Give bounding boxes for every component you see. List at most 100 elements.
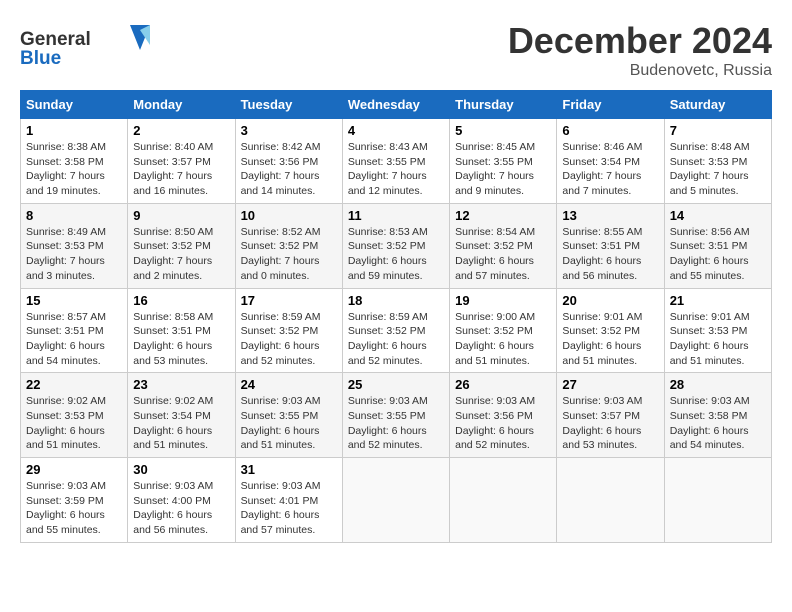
day-daylight: Daylight: 7 hours and 2 minutes. <box>133 255 212 282</box>
day-daylight: Daylight: 6 hours and 53 minutes. <box>562 425 641 452</box>
day-daylight: Daylight: 6 hours and 52 minutes. <box>241 340 320 367</box>
calendar-day-cell: 25 Sunrise: 9:03 AM Sunset: 3:55 PM Dayl… <box>342 373 449 458</box>
day-daylight: Daylight: 6 hours and 53 minutes. <box>133 340 212 367</box>
day-daylight: Daylight: 6 hours and 52 minutes. <box>348 425 427 452</box>
calendar-day-cell: 9 Sunrise: 8:50 AM Sunset: 3:52 PM Dayli… <box>128 203 235 288</box>
day-sunset: Sunset: 3:54 PM <box>562 156 640 168</box>
calendar-week-row: 29 Sunrise: 9:03 AM Sunset: 3:59 PM Dayl… <box>21 458 772 543</box>
day-number: 4 <box>348 123 444 138</box>
day-sunset: Sunset: 3:55 PM <box>348 156 426 168</box>
calendar-day-cell: 8 Sunrise: 8:49 AM Sunset: 3:53 PM Dayli… <box>21 203 128 288</box>
calendar-day-cell <box>557 458 664 543</box>
day-sunrise: Sunrise: 8:59 AM <box>348 311 428 323</box>
day-daylight: Daylight: 6 hours and 55 minutes. <box>26 509 105 536</box>
day-sunrise: Sunrise: 8:45 AM <box>455 141 535 153</box>
day-sunset: Sunset: 3:55 PM <box>455 156 533 168</box>
day-sunset: Sunset: 3:52 PM <box>241 325 319 337</box>
calendar-day-cell: 12 Sunrise: 8:54 AM Sunset: 3:52 PM Dayl… <box>450 203 557 288</box>
day-sunrise: Sunrise: 8:50 AM <box>133 226 213 238</box>
day-daylight: Daylight: 6 hours and 54 minutes. <box>26 340 105 367</box>
day-number: 30 <box>133 462 229 477</box>
day-sunrise: Sunrise: 9:03 AM <box>133 480 213 492</box>
day-daylight: Daylight: 7 hours and 3 minutes. <box>26 255 105 282</box>
calendar-day-cell: 2 Sunrise: 8:40 AM Sunset: 3:57 PM Dayli… <box>128 119 235 204</box>
calendar-day-cell: 23 Sunrise: 9:02 AM Sunset: 3:54 PM Dayl… <box>128 373 235 458</box>
day-sunrise: Sunrise: 9:01 AM <box>562 311 642 323</box>
day-number: 9 <box>133 208 229 223</box>
day-sunset: Sunset: 3:51 PM <box>562 240 640 252</box>
day-number: 28 <box>670 377 766 392</box>
day-number: 18 <box>348 293 444 308</box>
day-daylight: Daylight: 6 hours and 51 minutes. <box>562 340 641 367</box>
day-sunrise: Sunrise: 9:00 AM <box>455 311 535 323</box>
calendar-day-cell: 5 Sunrise: 8:45 AM Sunset: 3:55 PM Dayli… <box>450 119 557 204</box>
day-sunrise: Sunrise: 9:02 AM <box>26 395 106 407</box>
day-number: 6 <box>562 123 658 138</box>
logo: General Blue <box>20 20 150 75</box>
calendar-day-cell: 27 Sunrise: 9:03 AM Sunset: 3:57 PM Dayl… <box>557 373 664 458</box>
day-daylight: Daylight: 6 hours and 52 minutes. <box>348 340 427 367</box>
calendar-day-cell: 31 Sunrise: 9:03 AM Sunset: 4:01 PM Dayl… <box>235 458 342 543</box>
day-sunrise: Sunrise: 8:52 AM <box>241 226 321 238</box>
calendar-day-cell: 7 Sunrise: 8:48 AM Sunset: 3:53 PM Dayli… <box>664 119 771 204</box>
day-number: 2 <box>133 123 229 138</box>
day-sunrise: Sunrise: 8:57 AM <box>26 311 106 323</box>
day-sunset: Sunset: 4:00 PM <box>133 495 211 507</box>
day-sunrise: Sunrise: 8:55 AM <box>562 226 642 238</box>
weekday-header-cell: Saturday <box>664 91 771 119</box>
calendar-day-cell: 11 Sunrise: 8:53 AM Sunset: 3:52 PM Dayl… <box>342 203 449 288</box>
day-sunset: Sunset: 3:54 PM <box>133 410 211 422</box>
weekday-header-cell: Wednesday <box>342 91 449 119</box>
day-sunset: Sunset: 3:56 PM <box>455 410 533 422</box>
day-sunset: Sunset: 4:01 PM <box>241 495 319 507</box>
calendar-day-cell: 18 Sunrise: 8:59 AM Sunset: 3:52 PM Dayl… <box>342 288 449 373</box>
day-sunset: Sunset: 3:55 PM <box>241 410 319 422</box>
calendar-day-cell: 19 Sunrise: 9:00 AM Sunset: 3:52 PM Dayl… <box>450 288 557 373</box>
calendar-day-cell: 15 Sunrise: 8:57 AM Sunset: 3:51 PM Dayl… <box>21 288 128 373</box>
day-sunset: Sunset: 3:57 PM <box>133 156 211 168</box>
day-number: 17 <box>241 293 337 308</box>
calendar-day-cell: 1 Sunrise: 8:38 AM Sunset: 3:58 PM Dayli… <box>21 119 128 204</box>
day-sunset: Sunset: 3:53 PM <box>670 325 748 337</box>
day-sunset: Sunset: 3:57 PM <box>562 410 640 422</box>
day-sunset: Sunset: 3:52 PM <box>455 240 533 252</box>
weekday-header-cell: Tuesday <box>235 91 342 119</box>
day-number: 29 <box>26 462 122 477</box>
day-sunrise: Sunrise: 9:03 AM <box>241 480 321 492</box>
day-sunrise: Sunrise: 8:54 AM <box>455 226 535 238</box>
day-sunset: Sunset: 3:51 PM <box>670 240 748 252</box>
calendar-day-cell: 22 Sunrise: 9:02 AM Sunset: 3:53 PM Dayl… <box>21 373 128 458</box>
weekday-header-cell: Monday <box>128 91 235 119</box>
day-number: 16 <box>133 293 229 308</box>
calendar-body: 1 Sunrise: 8:38 AM Sunset: 3:58 PM Dayli… <box>21 119 772 543</box>
day-sunset: Sunset: 3:51 PM <box>133 325 211 337</box>
day-daylight: Daylight: 7 hours and 16 minutes. <box>133 170 212 197</box>
day-sunrise: Sunrise: 9:03 AM <box>670 395 750 407</box>
weekday-header-cell: Sunday <box>21 91 128 119</box>
calendar-day-cell <box>450 458 557 543</box>
day-sunrise: Sunrise: 8:40 AM <box>133 141 213 153</box>
day-daylight: Daylight: 7 hours and 12 minutes. <box>348 170 427 197</box>
day-sunrise: Sunrise: 8:59 AM <box>241 311 321 323</box>
day-sunset: Sunset: 3:52 PM <box>348 240 426 252</box>
calendar-day-cell: 24 Sunrise: 9:03 AM Sunset: 3:55 PM Dayl… <box>235 373 342 458</box>
day-daylight: Daylight: 6 hours and 51 minutes. <box>26 425 105 452</box>
day-number: 10 <box>241 208 337 223</box>
day-sunset: Sunset: 3:55 PM <box>348 410 426 422</box>
day-sunrise: Sunrise: 9:03 AM <box>455 395 535 407</box>
day-sunset: Sunset: 3:56 PM <box>241 156 319 168</box>
day-number: 26 <box>455 377 551 392</box>
calendar-day-cell: 30 Sunrise: 9:03 AM Sunset: 4:00 PM Dayl… <box>128 458 235 543</box>
month-year-title: December 2024 <box>508 20 772 62</box>
day-number: 24 <box>241 377 337 392</box>
day-number: 27 <box>562 377 658 392</box>
calendar-header-row: SundayMondayTuesdayWednesdayThursdayFrid… <box>21 91 772 119</box>
day-sunrise: Sunrise: 8:38 AM <box>26 141 106 153</box>
day-number: 13 <box>562 208 658 223</box>
day-daylight: Daylight: 7 hours and 5 minutes. <box>670 170 749 197</box>
day-sunset: Sunset: 3:51 PM <box>26 325 104 337</box>
calendar-day-cell: 21 Sunrise: 9:01 AM Sunset: 3:53 PM Dayl… <box>664 288 771 373</box>
day-number: 21 <box>670 293 766 308</box>
day-number: 23 <box>133 377 229 392</box>
day-daylight: Daylight: 7 hours and 7 minutes. <box>562 170 641 197</box>
